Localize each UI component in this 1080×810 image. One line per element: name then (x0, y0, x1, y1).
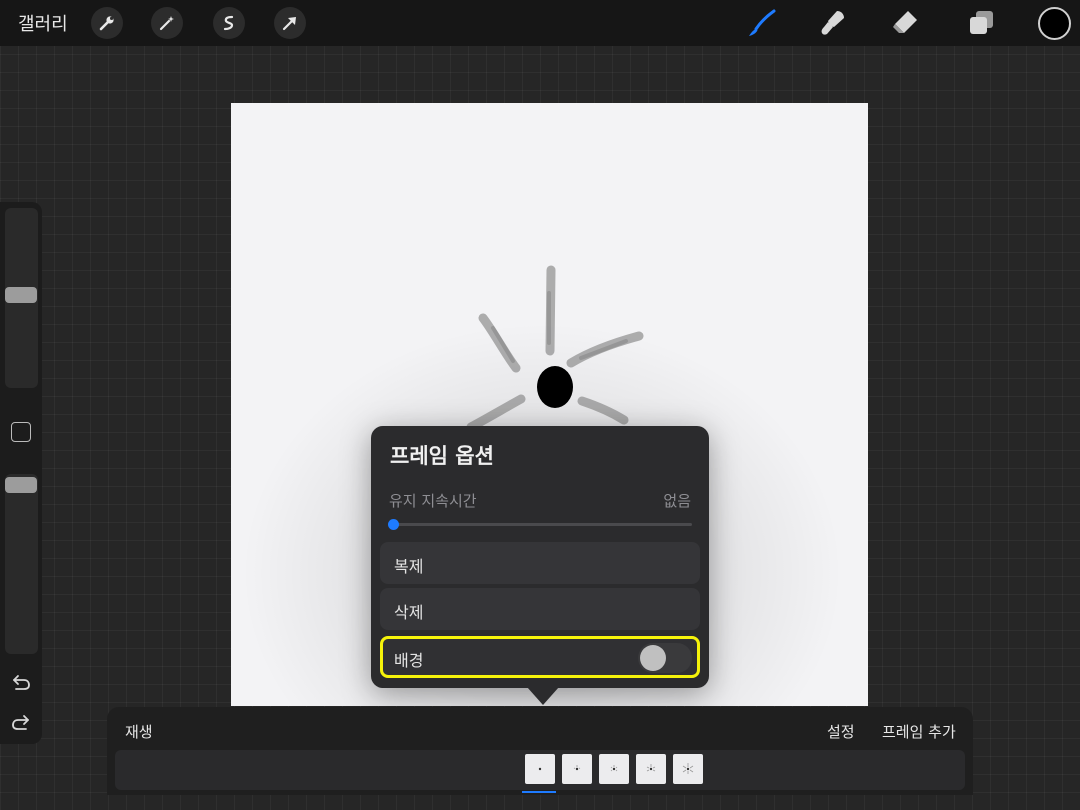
frame-thumbnail-3[interactable] (599, 754, 629, 784)
duplicate-label: 복제 (394, 557, 424, 576)
actions-button[interactable] (91, 7, 123, 39)
play-button[interactable]: 재생 (125, 721, 153, 742)
hold-duration-value: 없음 (663, 492, 691, 510)
background-row: 배경 (380, 636, 700, 678)
top-toolbar: 갤러리 (0, 0, 1080, 46)
hold-duration-slider[interactable] (393, 523, 692, 526)
hold-duration-label: 유지 지속시간 (389, 492, 477, 510)
settings-button[interactable]: 설정 (827, 721, 855, 742)
brush-tool-button[interactable] (745, 6, 779, 40)
frame-thumbnail-5[interactable] (673, 754, 703, 784)
selection-button[interactable] (213, 7, 245, 39)
layers-button[interactable] (964, 6, 998, 40)
wrench-icon (99, 16, 114, 31)
modify-square-icon[interactable] (11, 422, 31, 442)
frame-sun-thumbnail (682, 763, 694, 774)
hold-duration-thumb[interactable] (388, 519, 399, 530)
opacity-slider[interactable] (5, 474, 38, 654)
popover-title: 프레임 옵션 (390, 444, 494, 468)
popover-arrow (527, 687, 559, 705)
delete-button[interactable]: 삭제 (380, 588, 700, 630)
selection-icon (223, 15, 234, 31)
selected-frame-indicator (522, 791, 556, 793)
eraser-icon (893, 11, 917, 33)
adjustments-button[interactable] (151, 7, 183, 39)
delete-label: 삭제 (394, 603, 424, 622)
magic-wand-icon (159, 16, 174, 31)
opacity-thumb[interactable] (5, 477, 37, 493)
frame-sun-thumbnail (573, 765, 581, 771)
background-toggle[interactable] (638, 643, 692, 673)
background-label: 배경 (394, 651, 424, 670)
redo-icon[interactable] (9, 710, 33, 734)
smudge-tool-button[interactable] (815, 6, 849, 40)
gallery-button[interactable]: 갤러리 (18, 10, 68, 36)
brush-icon (749, 9, 776, 36)
toggle-knob (640, 645, 666, 671)
add-frame-button[interactable]: 프레임 추가 (882, 721, 956, 742)
frame-timeline (115, 750, 965, 790)
animation-assist-bar: 재생 설정 프레임 추가 (107, 707, 973, 795)
frame-sun-thumbnail (538, 767, 542, 771)
frame-thumbnail-2[interactable] (562, 754, 592, 784)
transform-arrow-icon (282, 17, 296, 31)
left-sidebar (0, 202, 42, 744)
transform-button[interactable] (274, 7, 306, 39)
undo-icon[interactable] (9, 670, 33, 694)
frame-thumbnail-4[interactable] (636, 754, 666, 784)
smudge-icon (821, 11, 844, 35)
frame-thumbnail-1[interactable] (525, 754, 555, 784)
brush-size-thumb[interactable] (5, 287, 37, 303)
frame-options-popover: 프레임 옵션 유지 지속시간 없음 복제 삭제 배경 (371, 426, 709, 688)
color-picker-button[interactable] (1038, 7, 1071, 40)
duplicate-button[interactable]: 복제 (380, 542, 700, 584)
layers-icon (970, 11, 993, 34)
frame-sun-thumbnail (610, 765, 618, 772)
eraser-tool-button[interactable] (888, 6, 922, 40)
frame-sun-thumbnail (646, 764, 656, 772)
